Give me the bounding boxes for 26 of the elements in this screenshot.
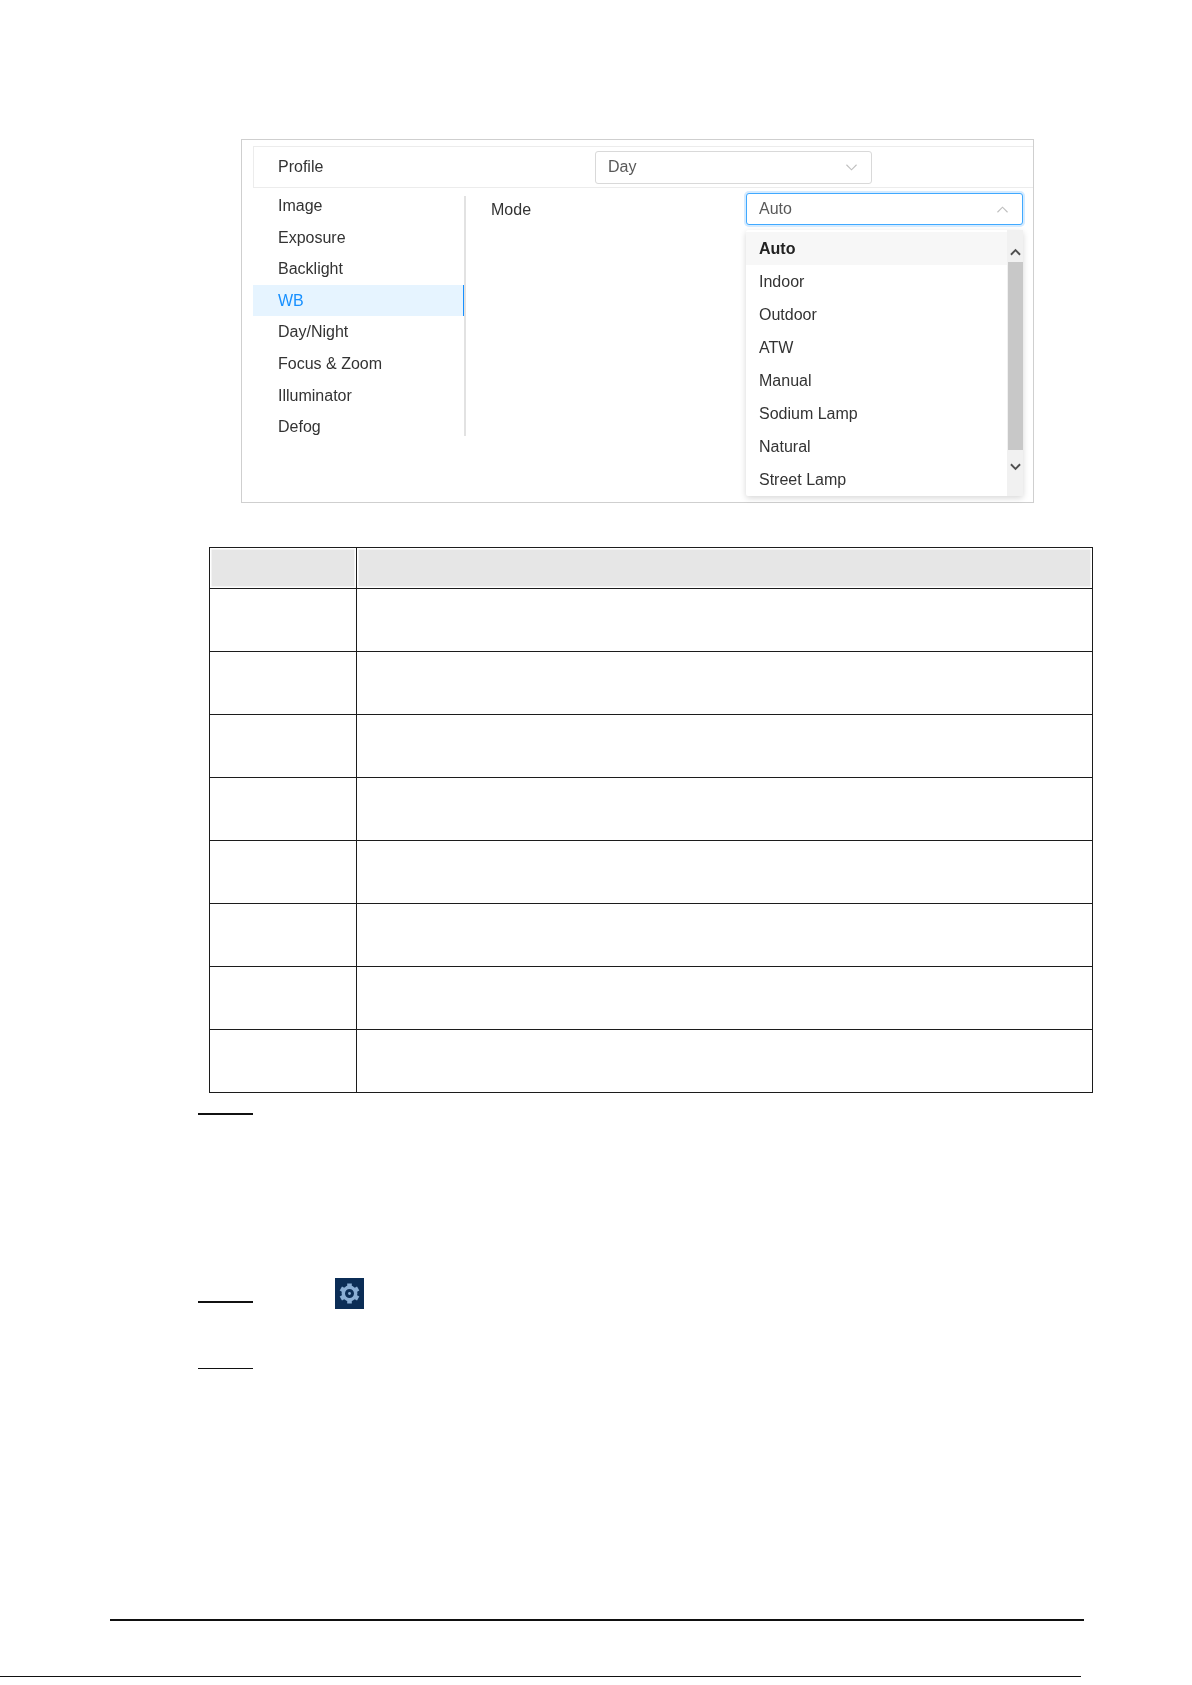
- chevron-up-icon: [997, 205, 1008, 213]
- sidebar-item[interactable]: Image: [253, 190, 464, 222]
- dropdown-option[interactable]: Indoor: [746, 265, 1007, 298]
- scrollbar-track[interactable]: [1007, 230, 1023, 496]
- dropdown-option[interactable]: Manual: [746, 364, 1007, 397]
- dropdown-option[interactable]: ATW: [746, 331, 1007, 364]
- dropdown-option[interactable]: Street Lamp: [746, 463, 1007, 496]
- sidebar-item[interactable]: Day/Night: [253, 316, 464, 348]
- sidebar-item[interactable]: Exposure: [253, 221, 464, 254]
- dropdown-select[interactable]: Day: [595, 150, 872, 184]
- dropdown-option[interactable]: Auto: [746, 232, 1007, 265]
- field-label: Mode: [491, 200, 533, 220]
- sidebar-item[interactable]: Defog: [253, 411, 464, 443]
- sidebar-item[interactable]: Focus & Zoom: [253, 347, 464, 380]
- dropdown-option[interactable]: Sodium Lamp: [746, 397, 1007, 430]
- dropdown-option[interactable]: Outdoor: [746, 298, 1007, 331]
- dropdown-option[interactable]: Natural: [746, 430, 1007, 463]
- gear-icon: [335, 1277, 364, 1309]
- field-label: Profile: [278, 157, 325, 177]
- dropdown-select[interactable]: Auto: [746, 193, 1023, 225]
- chevron-down-icon: [846, 163, 857, 171]
- sidebar-item[interactable]: Backlight: [253, 253, 464, 285]
- chevron-down-icon[interactable]: [1009, 463, 1021, 471]
- chevron-up-icon[interactable]: [1009, 248, 1021, 256]
- scrollbar-thumb[interactable]: [1007, 262, 1023, 450]
- sidebar-item[interactable]: Illuminator: [253, 379, 464, 412]
